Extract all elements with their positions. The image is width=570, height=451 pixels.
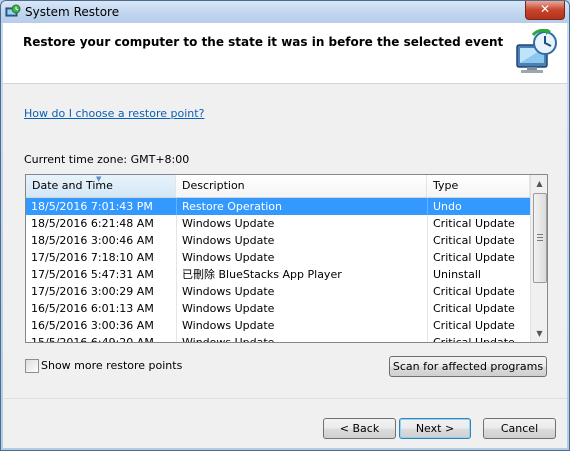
table-row[interactable]: 18/5/2016 7:01:43 PM Restore Operation U… — [26, 198, 530, 215]
cell-date: 17/5/2016 3:00:29 AM — [31, 285, 154, 298]
show-more-label: Show more restore points — [41, 359, 183, 372]
cell-date: 17/5/2016 5:47:31 AM — [31, 268, 154, 281]
system-restore-icon — [5, 4, 21, 17]
cell-date: 15/5/2016 6:49:20 AM — [26, 334, 176, 342]
cell-type: Critical Update — [427, 215, 530, 232]
scroll-up-icon[interactable]: ▲ — [531, 175, 547, 192]
cell-description: Windows Update — [176, 300, 427, 317]
cancel-button[interactable]: Cancel — [483, 418, 556, 439]
scan-affected-programs-button[interactable]: Scan for affected programs — [389, 356, 547, 377]
column-header-type-label: Type — [433, 179, 459, 192]
cell-date: 18/5/2016 6:21:48 AM — [31, 217, 154, 230]
cell-type: Critical Update — [427, 249, 530, 266]
cell-type: Critical Update — [427, 334, 530, 342]
cell-description: Windows Update — [176, 283, 427, 300]
scroll-down-icon[interactable]: ▼ — [531, 325, 547, 342]
grip-line — [537, 237, 543, 238]
table-row[interactable]: 15/5/2016 6:49:20 AM Windows Update Crit… — [26, 334, 530, 342]
timezone-label: Current time zone: GMT+8:00 — [24, 153, 190, 166]
cell-description: Restore Operation — [176, 198, 427, 215]
list-header: ▼ Date and Time Description Type — [26, 175, 530, 198]
header-panel: Restore your computer to the state it wa… — [3, 23, 567, 84]
grip-line — [537, 240, 543, 241]
dialog-client-area: Restore your computer to the state it wa… — [3, 23, 567, 448]
system-restore-clock-icon — [516, 29, 557, 73]
cell-description: Windows Update — [176, 334, 427, 342]
footer-divider — [3, 398, 567, 399]
window-title: System Restore — [25, 5, 120, 19]
table-row[interactable]: 17/5/2016 5:47:31 AM 已刪除 BlueStacks App … — [26, 266, 530, 283]
cell-type: Critical Update — [427, 232, 530, 249]
cell-date: 16/5/2016 6:01:13 AM — [31, 302, 154, 315]
table-row[interactable]: 18/5/2016 3:00:46 AM Windows Update Crit… — [26, 232, 530, 249]
cell-date: 18/5/2016 7:01:43 PM — [31, 200, 153, 213]
cell-type: Critical Update — [427, 283, 530, 300]
column-header-description[interactable]: Description — [176, 175, 427, 197]
table-row[interactable]: 18/5/2016 6:21:48 AM Windows Update Crit… — [26, 215, 530, 232]
table-row[interactable]: 17/5/2016 7:18:10 AM Windows Update Crit… — [26, 249, 530, 266]
cell-type: Critical Update — [427, 300, 530, 317]
sort-down-icon: ▼ — [96, 175, 102, 183]
cell-type: Critical Update — [427, 317, 530, 334]
system-restore-window: System Restore ✕ Restore your computer t… — [0, 0, 570, 451]
table-row[interactable]: 16/5/2016 3:00:36 AM Windows Update Crit… — [26, 317, 530, 334]
next-button[interactable]: Next > — [399, 418, 471, 439]
grip-line — [537, 234, 543, 235]
cell-date: 16/5/2016 3:00:36 AM — [31, 319, 154, 332]
scrollbar-thumb[interactable] — [533, 193, 547, 283]
cell-description: Windows Update — [176, 317, 427, 334]
title-bar: System Restore ✕ — [1, 1, 569, 23]
cell-description: Windows Update — [176, 249, 427, 266]
cell-date: 18/5/2016 3:00:46 AM — [31, 234, 154, 247]
close-button[interactable]: ✕ — [525, 1, 565, 20]
cell-type: Undo — [427, 198, 530, 215]
cell-date: 17/5/2016 7:18:10 AM — [31, 251, 154, 264]
show-more-checkbox[interactable] — [25, 359, 39, 373]
cell-description: 已刪除 BlueStacks App Player — [176, 266, 427, 283]
cell-type: Uninstall — [427, 266, 530, 283]
cell-description: Windows Update — [176, 215, 427, 232]
cell-description: Windows Update — [176, 232, 427, 249]
table-row[interactable]: 16/5/2016 6:01:13 AM Windows Update Crit… — [26, 300, 530, 317]
list-rows: 18/5/2016 7:01:43 PM Restore Operation U… — [26, 198, 530, 342]
column-header-type[interactable]: Type — [427, 175, 530, 197]
page-heading: Restore your computer to the state it wa… — [23, 35, 504, 49]
help-link[interactable]: How do I choose a restore point? — [24, 107, 204, 120]
vertical-scrollbar[interactable]: ▲ ▼ — [530, 175, 547, 342]
restore-points-list[interactable]: ▼ Date and Time Description Type 18/5/20… — [25, 174, 548, 343]
column-header-date[interactable]: ▼ Date and Time — [26, 175, 176, 197]
back-button[interactable]: < Back — [323, 418, 396, 439]
table-row[interactable]: 17/5/2016 3:00:29 AM Windows Update Crit… — [26, 283, 530, 300]
column-header-description-label: Description — [182, 179, 245, 192]
